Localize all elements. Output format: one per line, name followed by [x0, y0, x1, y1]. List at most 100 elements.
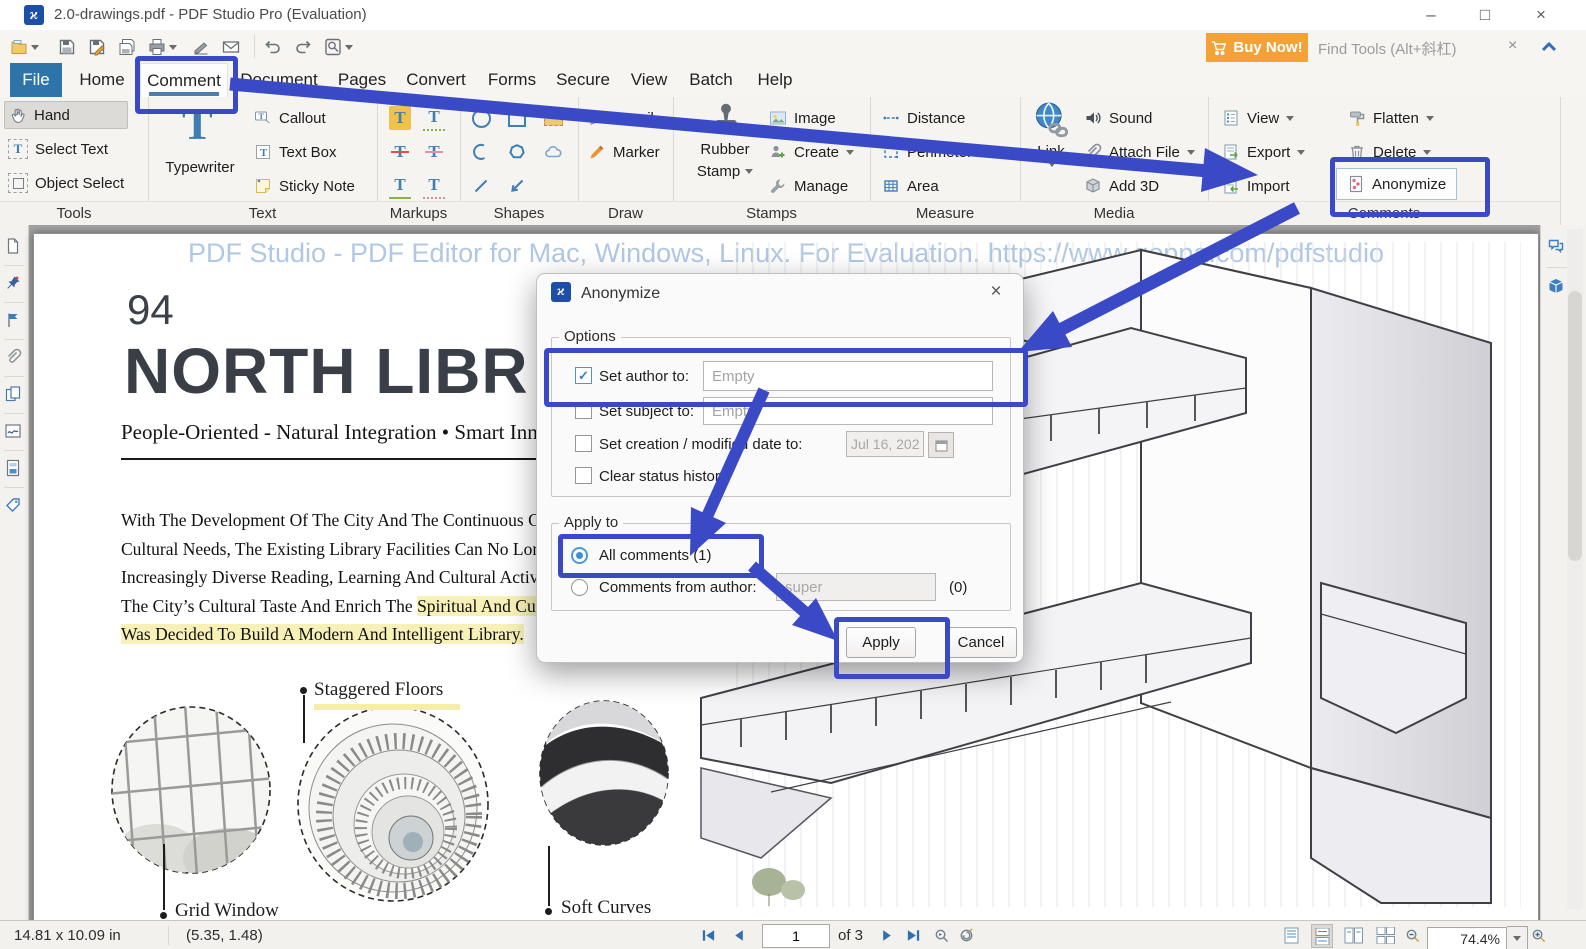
signatures-panel-icon[interactable]: [4, 422, 24, 442]
comments-author-input[interactable]: [776, 573, 936, 601]
arc-shape-button[interactable]: [470, 139, 492, 165]
redo-button[interactable]: [294, 35, 312, 59]
clear-find-icon[interactable]: ×: [1508, 37, 1517, 55]
attachments-panel-icon[interactable]: [4, 348, 24, 368]
tab-batch[interactable]: Batch: [684, 63, 738, 97]
tab-comment[interactable]: Comment: [140, 63, 228, 98]
manage-stamps-button[interactable]: Manage: [769, 173, 848, 199]
set-date-checkbox[interactable]: [575, 435, 592, 452]
cancel-button[interactable]: Cancel: [945, 627, 1017, 658]
text-box-button[interactable]: T Text Box: [254, 139, 337, 165]
first-page-button[interactable]: [700, 921, 717, 949]
minimize-button[interactable]: –: [1408, 0, 1454, 30]
polygon-shape-button[interactable]: [506, 139, 528, 165]
create-stamp-button[interactable]: Create: [769, 139, 855, 165]
page-number-input[interactable]: [762, 923, 830, 948]
set-author-checkbox[interactable]: ✓: [575, 367, 592, 384]
scrollbar-thumb[interactable]: [1568, 291, 1582, 561]
layers-panel-icon[interactable]: [4, 459, 24, 479]
sound-button[interactable]: Sound: [1084, 105, 1152, 131]
comments-pane-icon[interactable]: [1547, 237, 1567, 257]
email-button[interactable]: [222, 35, 240, 59]
strikethrough-button[interactable]: T: [389, 139, 411, 165]
save-as-button[interactable]: [88, 35, 106, 59]
comments-panel-icon[interactable]: [4, 311, 24, 331]
tab-convert[interactable]: Convert: [404, 63, 468, 97]
single-page-layout-button[interactable]: [1281, 924, 1301, 946]
previous-page-button[interactable]: [731, 921, 748, 949]
zoom-out-button[interactable]: [1404, 921, 1421, 949]
subject-input[interactable]: [703, 397, 993, 425]
object-select-button[interactable]: Object Select: [8, 170, 124, 196]
image-stamp-button[interactable]: Image: [769, 105, 836, 131]
undo-button[interactable]: [264, 35, 282, 59]
replace-text-button[interactable]: T: [423, 139, 445, 165]
all-comments-radio[interactable]: [571, 547, 588, 564]
author-input[interactable]: [703, 361, 993, 391]
tab-home[interactable]: Home: [74, 63, 130, 97]
previous-view-button[interactable]: [933, 921, 950, 949]
clear-status-checkbox[interactable]: [575, 467, 592, 484]
callout-button[interactable]: T Callout: [254, 105, 326, 131]
comments-from-author-radio[interactable]: [571, 579, 588, 596]
apply-button[interactable]: Apply: [846, 627, 916, 658]
save-button[interactable]: [58, 35, 76, 59]
pages-panel-icon[interactable]: [4, 237, 24, 257]
tab-document[interactable]: Document: [238, 63, 320, 97]
tab-view[interactable]: View: [626, 63, 672, 97]
pencil-button[interactable]: Pencil: [588, 105, 654, 131]
bookmarks-panel-icon[interactable]: [4, 274, 24, 294]
circle-shape-button[interactable]: [470, 105, 492, 131]
last-page-button[interactable]: [905, 921, 922, 949]
save-all-button[interactable]: [118, 35, 136, 59]
facing-continuous-layout-button[interactable]: [1375, 924, 1395, 946]
sticky-note-button[interactable]: Sticky Note: [254, 173, 355, 199]
area-button[interactable]: Area: [882, 173, 939, 199]
highlight-text-button[interactable]: T: [389, 105, 411, 131]
collapse-ribbon-icon[interactable]: [1540, 39, 1558, 58]
dialog-close-icon[interactable]: ×: [983, 280, 1009, 304]
tab-help[interactable]: Help: [752, 63, 798, 97]
destinations-panel-icon[interactable]: [4, 385, 24, 405]
set-subject-checkbox[interactable]: [575, 402, 592, 419]
hand-tool-button[interactable]: Hand: [4, 101, 128, 129]
preview-search-button[interactable]: [324, 35, 353, 59]
anonymize-button[interactable]: Anonymize: [1336, 168, 1458, 200]
tab-file[interactable]: File: [10, 63, 62, 97]
sign-button[interactable]: [192, 35, 210, 59]
print-button[interactable]: [148, 35, 177, 59]
next-page-button[interactable]: [878, 921, 895, 949]
cloud-shape-button[interactable]: [542, 139, 564, 165]
line-shape-button[interactable]: [470, 173, 492, 199]
squiggly-underline-button[interactable]: T: [423, 105, 445, 131]
rubber-stamp-button[interactable]: Rubber Stamp: [685, 97, 765, 201]
highlight-area-button[interactable]: [542, 105, 564, 131]
typewriter-button[interactable]: T Typewriter: [148, 97, 252, 201]
attach-file-button[interactable]: Attach File: [1084, 139, 1195, 165]
marker-button[interactable]: Marker: [588, 139, 660, 165]
link-button[interactable]: Link: [1022, 97, 1080, 201]
square-shape-button[interactable]: [506, 105, 528, 131]
buy-now-button[interactable]: Buy Now!: [1206, 33, 1308, 62]
close-button[interactable]: ×: [1518, 0, 1564, 30]
tab-pages[interactable]: Pages: [334, 63, 390, 97]
view-comments-button[interactable]: View: [1222, 105, 1295, 131]
continuous-layout-button[interactable]: [1311, 924, 1333, 948]
distance-button[interactable]: Distance: [882, 105, 965, 131]
underline-button[interactable]: T: [389, 173, 411, 199]
tab-forms[interactable]: Forms: [484, 63, 540, 97]
delete-comments-button[interactable]: Delete: [1348, 139, 1432, 165]
insert-text-button[interactable]: T: [423, 173, 445, 199]
zoom-in-button[interactable]: [1530, 921, 1547, 949]
maximize-button[interactable]: □: [1462, 0, 1508, 30]
zoom-dropdown-button[interactable]: [1507, 925, 1528, 949]
pdf3d-pane-icon[interactable]: [1547, 277, 1567, 297]
facing-layout-button[interactable]: [1343, 924, 1363, 946]
vertical-scrollbar[interactable]: [1567, 229, 1583, 909]
flatten-comments-button[interactable]: Flatten: [1348, 105, 1434, 131]
export-comments-button[interactable]: Export: [1222, 139, 1306, 165]
select-text-button[interactable]: T Select Text: [8, 136, 108, 162]
find-tools-field[interactable]: Find Tools (Alt+斜杠): [1318, 38, 1457, 59]
open-button[interactable]: [10, 35, 39, 59]
calendar-button[interactable]: [928, 432, 954, 458]
